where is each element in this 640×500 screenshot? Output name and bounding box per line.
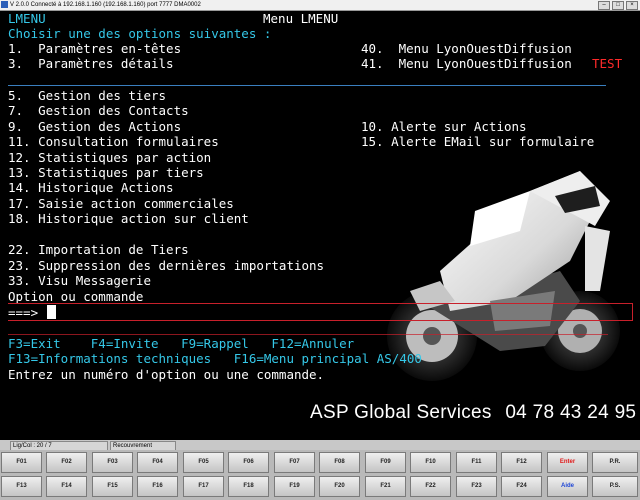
fkey-f18[interactable]: F18: [228, 476, 269, 497]
fkey-f14[interactable]: F14: [46, 476, 87, 497]
fkey-f17[interactable]: F17: [183, 476, 224, 497]
fkey-f09[interactable]: F09: [365, 452, 406, 473]
menu-option[interactable]: 7. Gestion des Contacts: [8, 103, 189, 118]
menu-option[interactable]: 33. Visu Messagerie: [8, 273, 151, 288]
fkey-f13[interactable]: F13: [1, 476, 42, 497]
fkey-legend-line2: F13=Informations techniques F16=Menu pri…: [8, 351, 422, 366]
menu-option[interactable]: 41. Menu LyonOuestDiffusion: [361, 56, 572, 71]
fkey-f21[interactable]: F21: [365, 476, 406, 497]
maximize-button[interactable]: □: [612, 1, 624, 10]
window-controls: – □ ×: [598, 1, 638, 10]
fkey-f02[interactable]: F02: [46, 452, 87, 473]
test-label: TEST: [592, 56, 623, 71]
fkey-f08[interactable]: F08: [319, 452, 360, 473]
fkey-f03[interactable]: F03: [92, 452, 133, 473]
red-line: [8, 334, 608, 335]
minimize-button[interactable]: –: [598, 1, 610, 10]
menu-option[interactable]: 40. Menu LyonOuestDiffusion: [361, 41, 572, 56]
command-arrow: ===>: [8, 305, 39, 320]
menu-option[interactable]: 14. Historique Actions: [8, 180, 174, 195]
help-key[interactable]: Aide: [547, 476, 588, 497]
fkey-f11[interactable]: F11: [456, 452, 497, 473]
menu-option[interactable]: 11. Consultation formulaires: [8, 134, 219, 149]
fkey-f04[interactable]: F04: [137, 452, 178, 473]
company-phone: 04 78 43 24 95: [505, 402, 637, 423]
fkey-f01[interactable]: F01: [1, 452, 42, 473]
menu-prompt: Choisir une des options suivantes :: [8, 26, 272, 41]
app-icon: [1, 1, 8, 8]
fkey-f16[interactable]: F16: [137, 476, 178, 497]
company-name: ASP Global Services: [310, 402, 492, 423]
menu-option[interactable]: 9. Gestion des Actions: [8, 119, 181, 134]
fkey-f07[interactable]: F07: [274, 452, 315, 473]
menu-option[interactable]: 10. Alerte sur Actions: [361, 119, 527, 134]
status-bar: Lig/Col : 20 / 7 Recouvrement: [0, 440, 640, 451]
command-label: Option ou commande: [8, 289, 144, 304]
menu-option[interactable]: 15. Alerte EMail sur formulaire: [361, 134, 594, 149]
fkey-f24[interactable]: F24: [501, 476, 542, 497]
red-line: [632, 303, 633, 321]
program-name: LMENU: [8, 11, 46, 26]
menu-option[interactable]: 23. Suppression des dernières importatio…: [8, 258, 324, 273]
fkey-f20[interactable]: F20: [319, 476, 360, 497]
window-title: V 2.0.0 Connecté à 192.168.1.160 (192.16…: [10, 2, 201, 8]
menu-option[interactable]: 17. Saisie action commerciales: [8, 196, 234, 211]
menu-header: Menu LMENU: [263, 11, 339, 26]
fkey-legend-line1: F3=Exit F4=Invite F9=Rappel F12=Annuler: [8, 336, 355, 351]
fkey-f23[interactable]: F23: [456, 476, 497, 497]
separator-line: [8, 85, 606, 86]
menu-option[interactable]: 1. Paramètres en-têtes: [8, 41, 181, 56]
fkey-f22[interactable]: F22: [410, 476, 451, 497]
menu-option[interactable]: 18. Historique action sur client: [8, 211, 249, 226]
window-title-bar: V 2.0.0 Connecté à 192.168.1.160 (192.16…: [0, 0, 640, 11]
fkey-f06[interactable]: F06: [228, 452, 269, 473]
menu-option[interactable]: 22. Importation de Tiers: [8, 242, 189, 257]
red-line: [8, 320, 632, 321]
terminal-screen: LMENU Menu LMENU Choisir une des options…: [0, 11, 640, 411]
company-branding: ASP Global Services 04 78 43 24 95: [310, 402, 636, 424]
menu-option[interactable]: 13. Statistiques par tiers: [8, 165, 204, 180]
command-input[interactable]: [47, 305, 56, 319]
enter-key[interactable]: Enter: [547, 452, 588, 473]
fkey-f12[interactable]: F12: [501, 452, 542, 473]
fkey-f19[interactable]: F19: [274, 476, 315, 497]
menu-option[interactable]: 12. Statistiques par action: [8, 150, 211, 165]
red-line: [8, 303, 632, 304]
fkey-f05[interactable]: F05: [183, 452, 224, 473]
fkey-f15[interactable]: F15: [92, 476, 133, 497]
function-key-panel: F01 F02 F03 F04 F05 F06 F07 F08 F09 F10 …: [0, 450, 640, 500]
menu-option[interactable]: 3. Paramètres détails: [8, 56, 174, 71]
menu-option[interactable]: 5. Gestion des tiers: [8, 88, 166, 103]
status-message: Entrez un numéro d'option ou une command…: [8, 367, 325, 382]
close-button[interactable]: ×: [626, 1, 638, 10]
page-down-key[interactable]: P.S.: [592, 476, 638, 497]
fkey-f10[interactable]: F10: [410, 452, 451, 473]
page-up-key[interactable]: P.R.: [592, 452, 638, 473]
